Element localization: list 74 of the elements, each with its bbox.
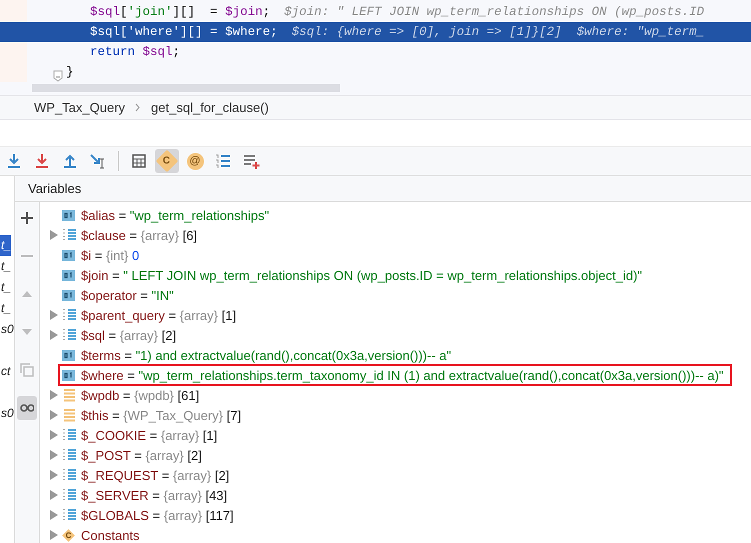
object-list-icon bbox=[62, 388, 77, 402]
variable-value[interactable]: $terms = "1) and extractvalue(rand(),concat(0x3a,version()))-- a" bbox=[79, 346, 454, 364]
variable-value[interactable]: $join = " LEFT JOIN wp_term_relationships ON (wp_posts.ID = wp_term_relationships.object_id)" bbox=[79, 266, 644, 284]
frame-item[interactable]: s0 bbox=[0, 403, 14, 424]
variable-value[interactable]: $parent_query = {array} [1] bbox=[79, 306, 238, 324]
array-list-icon bbox=[62, 308, 77, 322]
variable-value[interactable]: $operator = "IN" bbox=[79, 286, 176, 304]
array-list-icon bbox=[62, 508, 77, 522]
expand-arrow-icon[interactable] bbox=[48, 450, 58, 460]
variable-value[interactable]: $i = {int} 0 bbox=[79, 246, 142, 264]
array-list-icon bbox=[62, 488, 77, 502]
expand-arrow-icon[interactable] bbox=[48, 510, 58, 520]
run-to-cursor-icon bbox=[89, 152, 107, 170]
expand-arrow-icon[interactable] bbox=[48, 530, 58, 540]
variable-value[interactable]: $_COOKIE = {array} [1] bbox=[79, 426, 220, 444]
array-list-icon bbox=[62, 428, 77, 442]
numbered-list-icon bbox=[214, 152, 232, 170]
step-into-icon bbox=[5, 152, 23, 170]
variable-value[interactable]: $alias = "wp_term_relationships" bbox=[79, 206, 272, 224]
frame-item[interactable]: t_ bbox=[0, 256, 12, 277]
step-out-icon bbox=[61, 152, 79, 170]
expand-arrow-icon[interactable] bbox=[48, 470, 58, 480]
primitive-value-icon bbox=[62, 208, 75, 222]
panel-title: Variables bbox=[15, 176, 751, 202]
glasses-button[interactable] bbox=[17, 396, 37, 420]
array-list-icon bbox=[62, 448, 77, 462]
variable-value[interactable]: $GLOBALS = {array} [117] bbox=[79, 506, 236, 524]
variable-value[interactable]: $clause = {array} [6] bbox=[79, 226, 200, 244]
variable-value[interactable]: $sql = {array} [2] bbox=[79, 326, 178, 344]
chevron-icon bbox=[135, 103, 142, 112]
inline-value-hint: $sql: {where => [0], join => [1]}[2] $where: "wp_term_ bbox=[292, 25, 704, 39]
plus-icon bbox=[20, 211, 34, 225]
object-list-icon bbox=[62, 408, 77, 422]
expand-arrow-icon[interactable] bbox=[48, 410, 58, 420]
variable-value[interactable]: $wpdb = {wpdb} [61] bbox=[79, 386, 202, 404]
expand-arrow-icon[interactable] bbox=[48, 330, 58, 340]
expand-arrow-icon[interactable] bbox=[48, 310, 58, 320]
array-list-icon bbox=[62, 468, 77, 482]
force-step-into-icon bbox=[33, 152, 51, 170]
breadcrumb-link[interactable]: get_sql_for_clause() bbox=[151, 100, 269, 115]
expand-arrow-icon[interactable] bbox=[48, 430, 58, 440]
code-line: return $sql; bbox=[90, 45, 180, 59]
add-list-icon bbox=[242, 152, 260, 170]
expand-arrow-icon[interactable] bbox=[48, 490, 58, 500]
copy-icon bbox=[20, 363, 34, 377]
expand-arrow-icon[interactable] bbox=[48, 390, 58, 400]
fold-icon[interactable] bbox=[53, 70, 63, 82]
variable-value[interactable]: $_SERVER = {array} [43] bbox=[79, 486, 230, 504]
primitive-value-icon bbox=[62, 348, 75, 362]
variable-value[interactable]: $_REQUEST = {array} [2] bbox=[79, 466, 232, 484]
expand-arrow-icon[interactable] bbox=[48, 230, 58, 240]
inline-value-hint: $join: " LEFT JOIN wp_term_relationships ON (wp_posts.ID bbox=[284, 5, 704, 19]
horizontal-scrollbar[interactable] bbox=[32, 84, 340, 92]
calculator-icon bbox=[130, 152, 148, 170]
frame-item[interactable]: t_ bbox=[0, 235, 12, 256]
frame-item[interactable]: t_ bbox=[0, 298, 12, 319]
variable-value[interactable]: Constants bbox=[79, 526, 142, 543]
frame-item[interactable]: t_ bbox=[0, 277, 12, 298]
constants-toggle-button[interactable]: C bbox=[155, 149, 179, 173]
array-list-icon bbox=[62, 228, 77, 242]
primitive-value-icon bbox=[62, 368, 75, 382]
frame-item[interactable]: s0 bbox=[0, 319, 14, 340]
code-line: } bbox=[66, 65, 74, 79]
primitive-value-icon bbox=[62, 288, 75, 302]
variable-value[interactable]: $where = "wp_term_relationships.term_taxonomy_id IN (1) and extractvalue(rand(),concat(0x3a,version()))-- a)" bbox=[79, 366, 726, 384]
code-line: $sql['join'][] = $join; bbox=[90, 5, 270, 19]
primitive-value-icon bbox=[62, 268, 75, 282]
primitive-value-icon bbox=[62, 248, 75, 262]
variable-value[interactable]: $_POST = {array} [2] bbox=[79, 446, 204, 464]
breadcrumb-link[interactable]: WP_Tax_Query bbox=[34, 100, 126, 115]
frame-item[interactable]: ct bbox=[0, 361, 10, 382]
array-list-icon bbox=[62, 328, 77, 342]
code-line: $sql['where'][] = $where; bbox=[90, 25, 278, 39]
variable-value[interactable]: $this = {WP_Tax_Query} [7] bbox=[79, 406, 244, 424]
